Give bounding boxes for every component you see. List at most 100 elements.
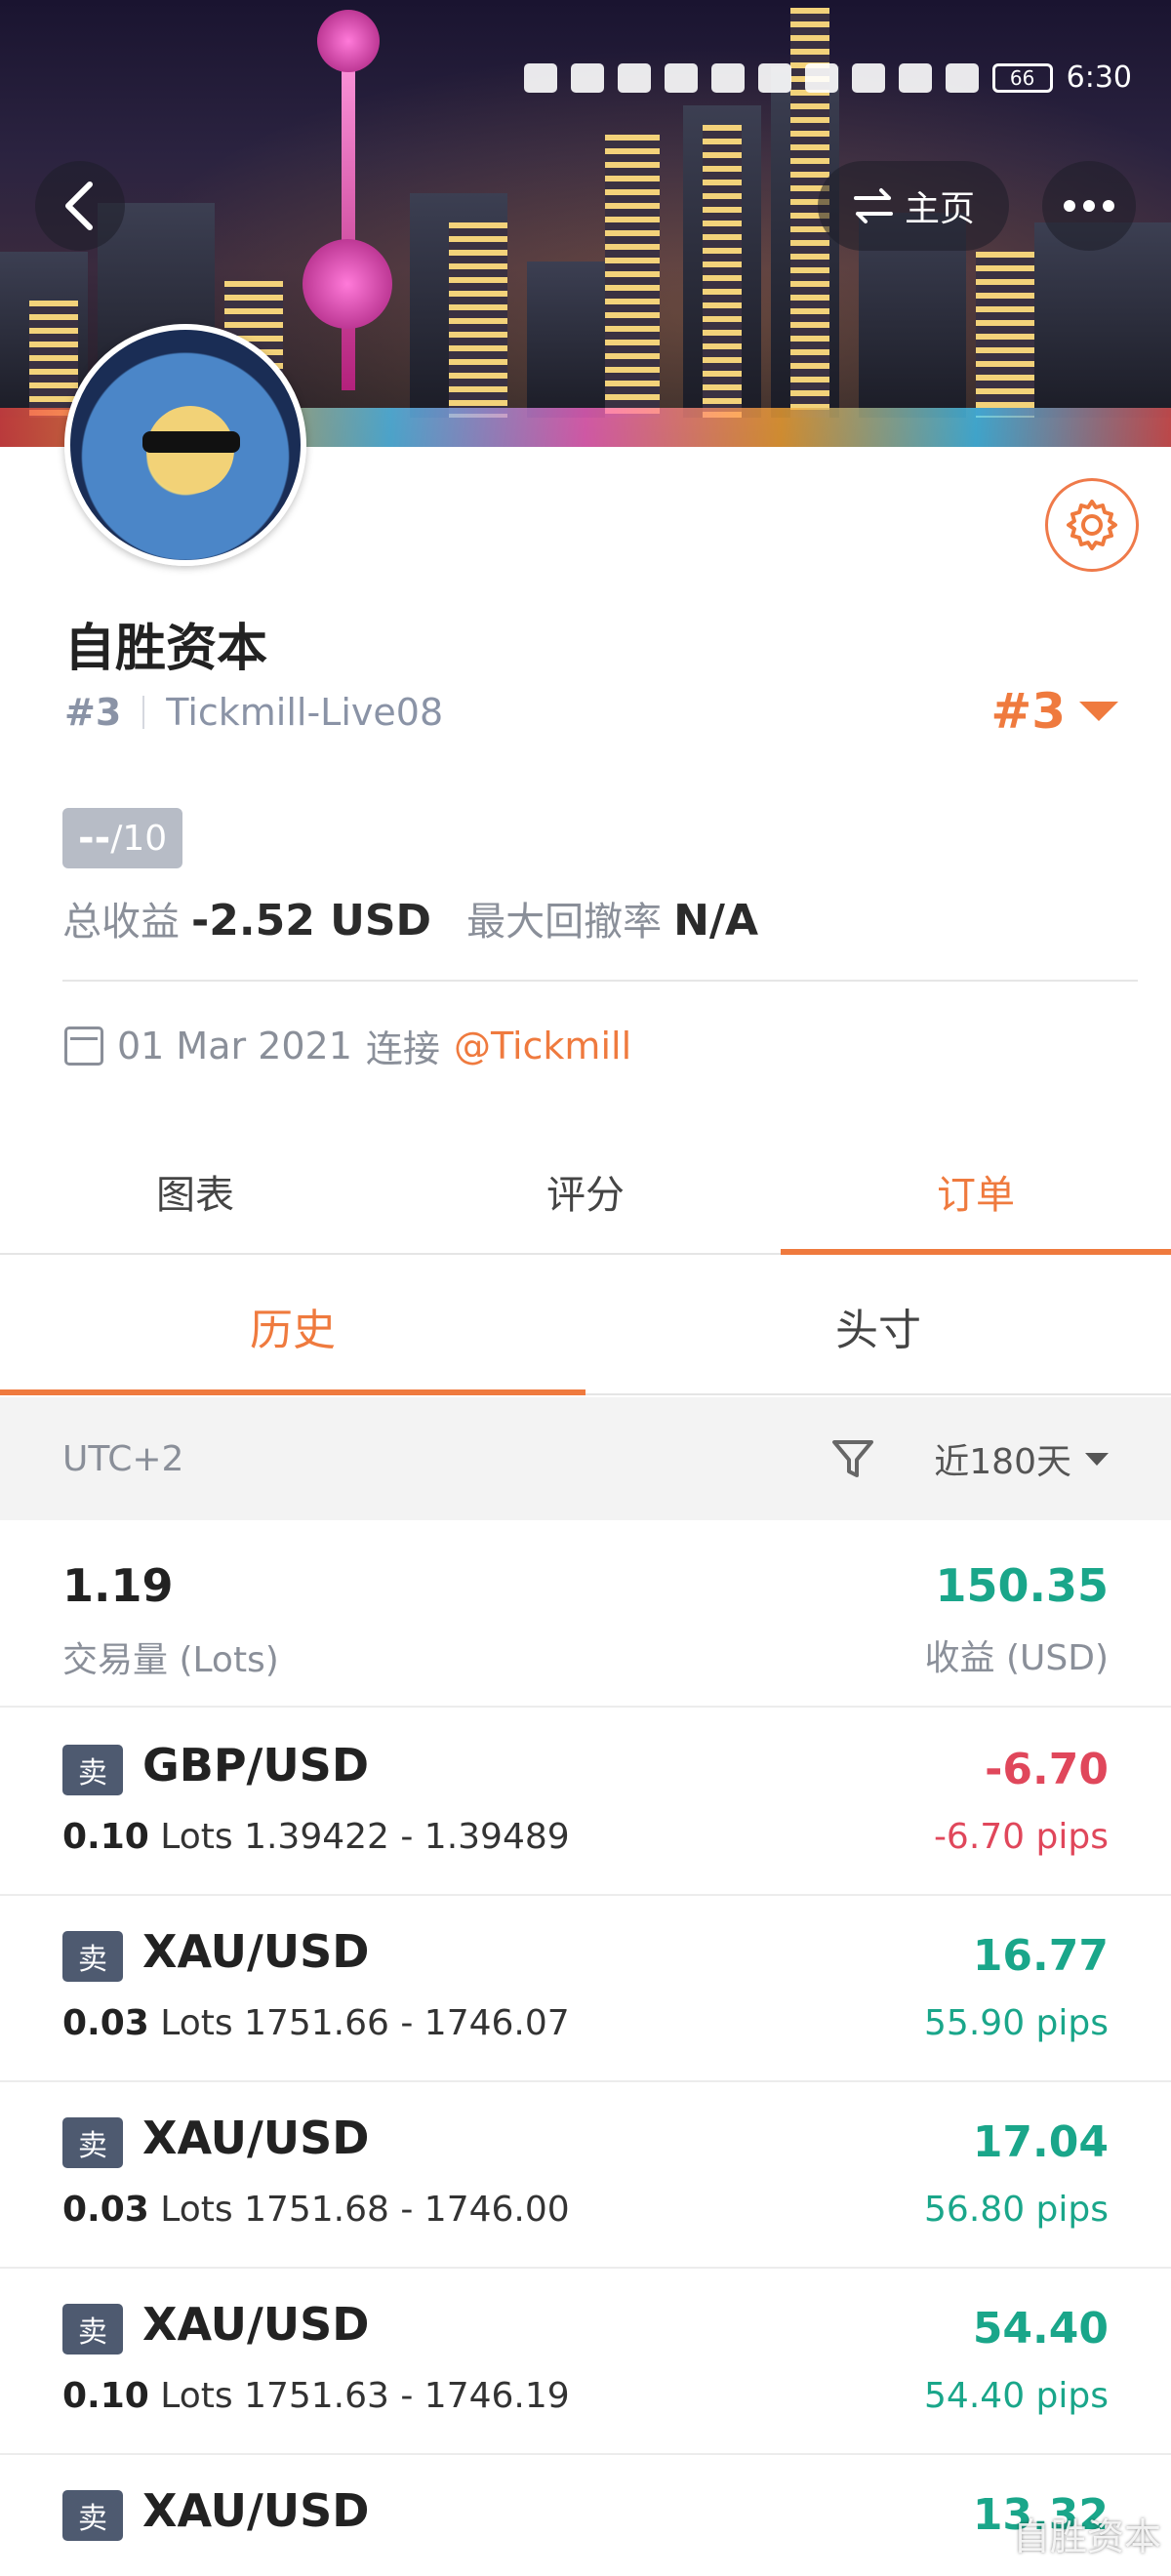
summary-lots-label: 交易量 (Lots) xyxy=(62,1640,279,1680)
order-pair: XAU/USD xyxy=(142,2484,370,2537)
order-prices: 1751.66 - 1746.07 xyxy=(244,2003,570,2043)
connect-date: 01 Mar 2021 xyxy=(117,1024,352,1067)
more-button[interactable] xyxy=(1042,161,1136,251)
side-badge: 卖 xyxy=(62,1745,123,1795)
building xyxy=(29,301,78,418)
tv-tower-ball xyxy=(303,239,392,329)
order-lots: 0.10 xyxy=(62,1817,149,1857)
total-profit-label: 总收益 xyxy=(62,900,180,945)
side-badge: 卖 xyxy=(62,2117,123,2168)
max-drawdown-value: N/A xyxy=(673,896,759,946)
avatar-glasses xyxy=(142,431,240,453)
order-pair: GBP/USD xyxy=(142,1739,369,1791)
sub-tabs: 历史 头寸 xyxy=(0,1259,1171,1395)
side-badge: 卖 xyxy=(62,2490,123,2541)
order-pips: 56.80 pips xyxy=(924,2190,1109,2230)
account-name: Tickmill-Live08 xyxy=(166,691,444,734)
order-pips: 54.40 pips xyxy=(924,2376,1109,2416)
tab-orders[interactable]: 订单 xyxy=(781,1130,1171,1255)
total-profit-value: -2.52 USD xyxy=(191,896,432,946)
chevron-left-icon xyxy=(65,181,93,230)
order-lots-unit: Lots xyxy=(160,1817,233,1857)
status-bar: 66 6:30 xyxy=(523,60,1132,95)
building xyxy=(527,262,615,418)
order-lots-unit: Lots xyxy=(160,2376,233,2416)
building xyxy=(1034,222,1171,418)
timezone-label: UTC+2 xyxy=(62,1438,184,1479)
battery-icon: 66 xyxy=(991,62,1053,93)
summary-lots: 1.19 xyxy=(62,1559,174,1612)
order-pips: 55.90 pips xyxy=(924,2003,1109,2043)
building xyxy=(976,252,1034,418)
order-row[interactable]: 卖 XAU/USD 13.32 xyxy=(0,2455,1171,2576)
home-button[interactable]: 主页 xyxy=(818,161,1009,251)
app-icon xyxy=(804,62,838,93)
divider xyxy=(62,980,1138,982)
order-prices: 1751.68 - 1746.00 xyxy=(244,2190,570,2230)
order-detail: 0.03 Lots 1751.68 - 1746.00 xyxy=(62,2190,570,2230)
rank-label: #3 xyxy=(64,691,122,734)
caret-down-icon xyxy=(1085,1452,1109,1466)
range-label: 近180天 xyxy=(934,1442,1071,1482)
order-row[interactable]: 卖 XAU/USD 0.03 Lots 1751.68 - 1746.00 17… xyxy=(0,2082,1171,2269)
order-row[interactable]: 卖 XAU/USD 0.03 Lots 1751.66 - 1746.07 16… xyxy=(0,1896,1171,2082)
order-row[interactable]: 卖 GBP/USD 0.10 Lots 1.39422 - 1.39489 -6… xyxy=(0,1710,1171,1896)
status-time: 6:30 xyxy=(1066,60,1132,95)
side-badge: 卖 xyxy=(62,2304,123,2355)
avatar[interactable] xyxy=(64,324,306,566)
connect-text: 连接 xyxy=(365,1027,440,1070)
stats-line: 总收益 -2.52 USD 最大回撤率 N/A xyxy=(62,890,782,946)
divider xyxy=(142,696,145,729)
range-dropdown[interactable]: 近180天 xyxy=(934,1433,1109,1484)
tab-positions[interactable]: 头寸 xyxy=(586,1259,1171,1393)
rank-dropdown[interactable]: #3 xyxy=(990,683,1118,740)
hd-icon xyxy=(523,62,557,93)
building xyxy=(703,125,742,418)
calendar-icon xyxy=(64,1026,103,1066)
wechat-icon xyxy=(664,62,698,93)
side-badge: 卖 xyxy=(62,1931,123,1982)
building xyxy=(449,222,507,418)
rank-value: #3 xyxy=(990,683,1066,740)
order-pips: -6.70 pips xyxy=(933,1817,1109,1857)
app-notification-icon xyxy=(710,62,745,93)
order-lots-unit: Lots xyxy=(160,2190,233,2230)
summary-profit: 150.35 xyxy=(935,1559,1109,1612)
nfc-icon xyxy=(898,62,932,93)
order-row[interactable]: 卖 XAU/USD 0.10 Lots 1751.63 - 1746.19 54… xyxy=(0,2269,1171,2455)
tab-chart[interactable]: 图表 xyxy=(0,1130,390,1253)
order-pair: XAU/USD xyxy=(142,1925,370,1978)
summary-profit-label: 收益 (USD) xyxy=(924,1638,1109,1678)
settings-button[interactable] xyxy=(1045,478,1139,572)
signal-icon xyxy=(570,62,604,93)
tv-tower xyxy=(342,39,355,390)
browser-icon xyxy=(757,62,791,93)
filter-bar: UTC+2 近180天 xyxy=(0,1397,1171,1520)
home-label: 主页 xyxy=(904,189,975,229)
order-lots: 0.03 xyxy=(62,2003,149,2043)
filter-icon[interactable] xyxy=(830,1436,875,1481)
tab-rating[interactable]: 评分 xyxy=(390,1130,781,1253)
orders-list: 卖 GBP/USD 0.10 Lots 1.39422 - 1.39489 -6… xyxy=(0,1710,1171,2576)
more-dot-icon xyxy=(1103,200,1114,212)
order-detail: 0.03 Lots 1751.66 - 1746.07 xyxy=(62,2003,570,2043)
caret-down-icon xyxy=(1079,702,1118,721)
order-pair: XAU/USD xyxy=(142,2112,370,2164)
order-amount: -6.70 xyxy=(985,1745,1109,1794)
order-prices: 1751.63 - 1746.19 xyxy=(244,2376,570,2416)
tab-history[interactable]: 历史 xyxy=(0,1259,586,1395)
main-tabs: 图表 评分 订单 xyxy=(0,1130,1171,1255)
order-lots-unit: Lots xyxy=(160,2003,233,2043)
watermark: 自胜资本 xyxy=(1012,2516,1161,2558)
more-dot-icon xyxy=(1083,200,1095,212)
broker-link[interactable]: @Tickmill xyxy=(454,1025,631,1067)
back-button[interactable] xyxy=(35,161,125,251)
order-lots: 0.03 xyxy=(62,2190,149,2230)
signal-5g-icon xyxy=(617,62,651,93)
tv-tower-top xyxy=(317,10,380,72)
max-drawdown-label: 最大回撤率 xyxy=(466,900,663,945)
order-amount: 54.40 xyxy=(972,2304,1109,2354)
summary-row: 1.19 交易量 (Lots) 150.35 收益 (USD) xyxy=(0,1522,1171,1708)
order-detail: 0.10 Lots 1751.63 - 1746.19 xyxy=(62,2376,570,2416)
building xyxy=(605,135,660,418)
